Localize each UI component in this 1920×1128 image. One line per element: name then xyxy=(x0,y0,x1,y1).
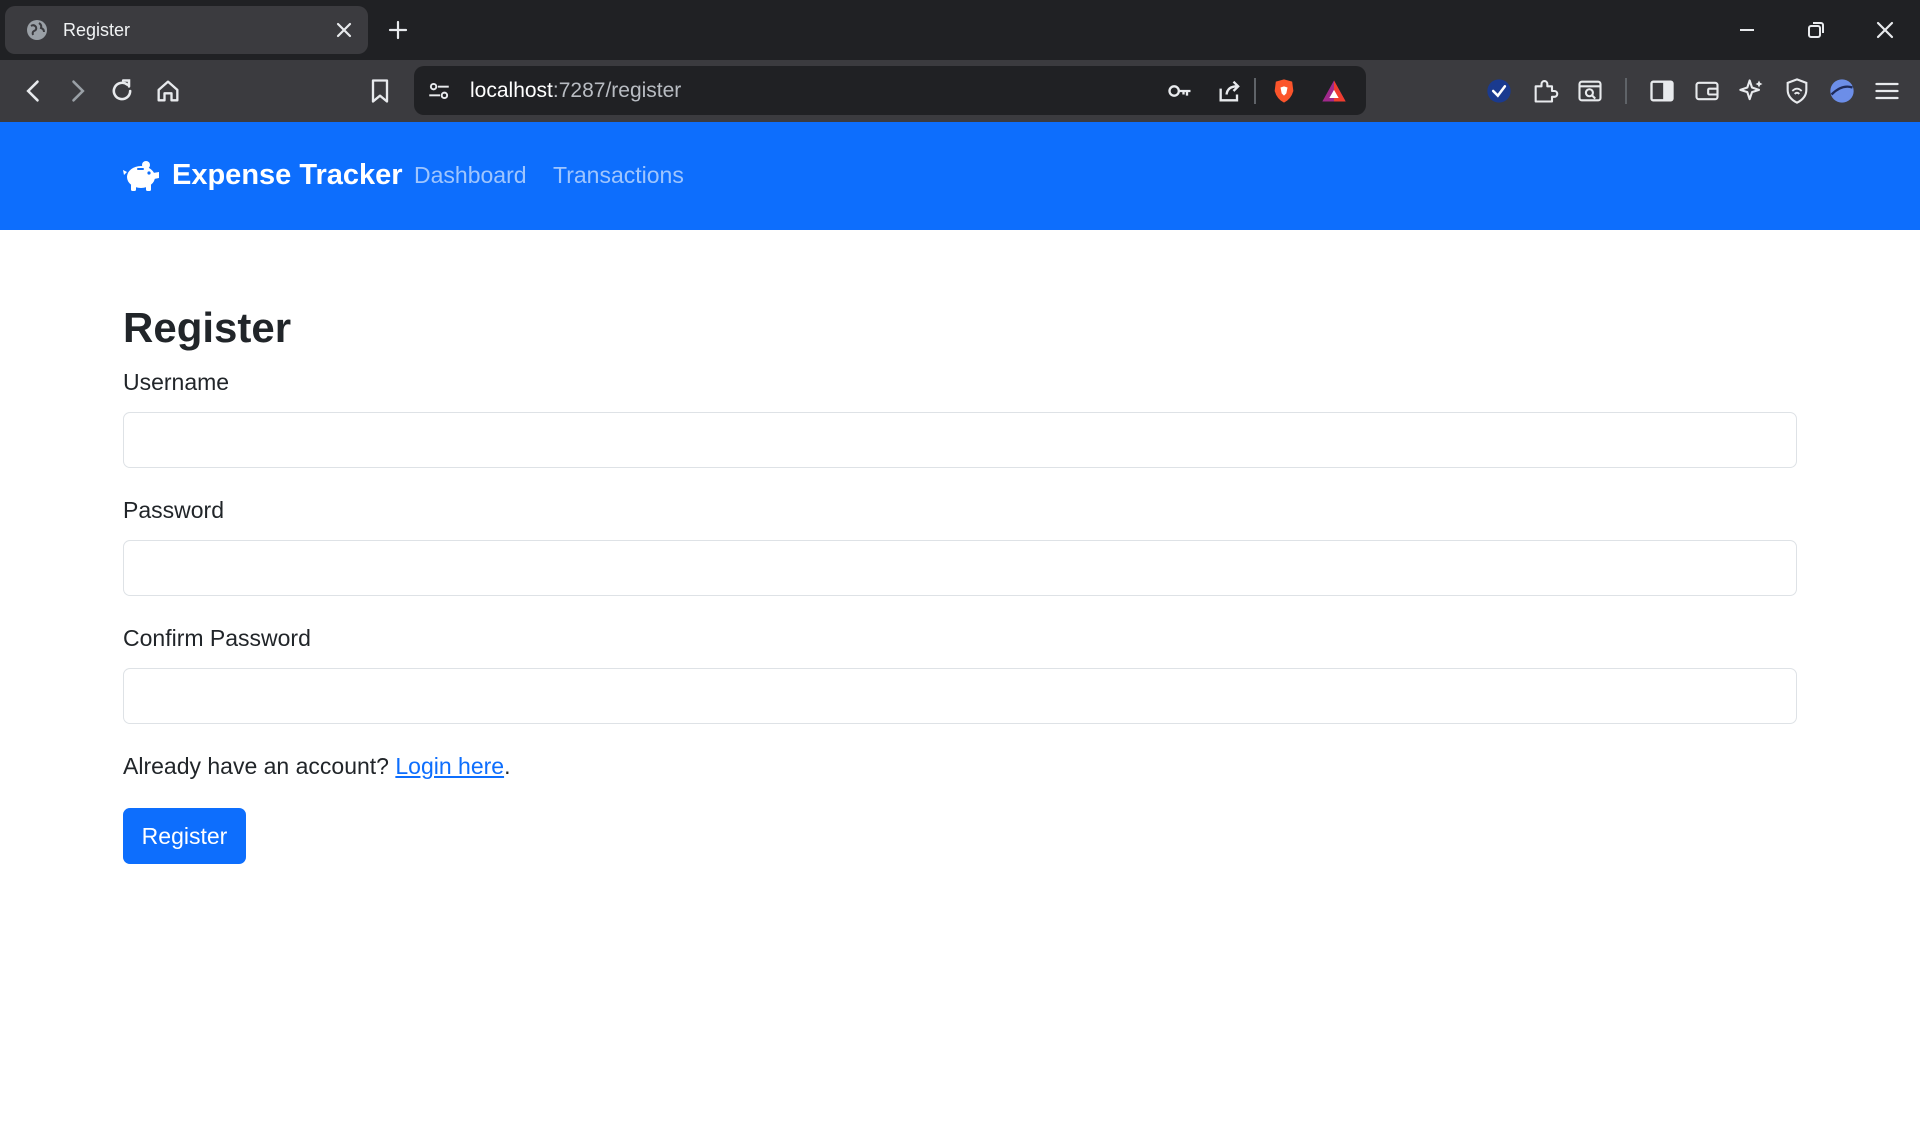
login-prompt: Already have an account? Login here. xyxy=(123,753,510,780)
bookmark-icon[interactable] xyxy=(366,77,394,105)
shield-icon[interactable] xyxy=(1783,77,1811,105)
restore-icon[interactable] xyxy=(1804,18,1828,42)
username-label: Username xyxy=(123,369,230,395)
tab-title: Register xyxy=(63,20,131,40)
reload-icon[interactable] xyxy=(108,77,136,105)
password-input[interactable] xyxy=(123,540,1797,596)
url-host: localhost xyxy=(470,79,553,102)
login-link[interactable]: Login here xyxy=(395,753,504,779)
nav-link-dashboard[interactable]: Dashboard xyxy=(414,162,527,189)
forward-icon[interactable] xyxy=(63,77,91,105)
brand-name: Expense Tracker xyxy=(172,158,403,191)
address-bar[interactable]: localhost:7287/register xyxy=(414,66,1366,115)
brave-shields-icon[interactable] xyxy=(1270,77,1298,105)
menu-icon[interactable] xyxy=(1873,77,1901,105)
vpn-check-icon[interactable] xyxy=(1485,77,1513,105)
plus-icon[interactable] xyxy=(386,18,410,42)
back-icon[interactable] xyxy=(20,77,48,105)
home-icon[interactable] xyxy=(154,77,182,105)
wallet-icon[interactable] xyxy=(1693,77,1721,105)
browser-titlebar: Register xyxy=(0,0,1920,60)
piggy-bank-icon xyxy=(123,161,159,191)
register-button[interactable]: Register xyxy=(123,808,246,864)
password-label: Password xyxy=(123,497,224,523)
username-input[interactable] xyxy=(123,412,1797,468)
sidebar-icon[interactable] xyxy=(1648,77,1676,105)
site-settings-icon[interactable] xyxy=(426,77,452,105)
login-prompt-text: Already have an account? xyxy=(123,753,389,779)
brand-link[interactable]: Expense Tracker xyxy=(122,158,403,192)
share-icon[interactable] xyxy=(1216,77,1244,105)
url-text[interactable]: localhost:7287/register xyxy=(470,79,681,103)
nav-link-transactions[interactable]: Transactions xyxy=(553,162,684,189)
browser-tab[interactable]: Register xyxy=(5,6,368,54)
login-prompt-suffix: . xyxy=(504,753,511,779)
globe-icon xyxy=(27,20,47,40)
page-title: Register xyxy=(123,304,292,351)
toolbar-separator xyxy=(1625,78,1627,104)
minimize-icon[interactable] xyxy=(1735,18,1759,42)
close-icon[interactable] xyxy=(332,18,356,42)
page-search-icon[interactable] xyxy=(1576,77,1604,105)
brave-rewards-icon[interactable] xyxy=(1320,77,1348,105)
browser-toolbar: localhost:7287/register xyxy=(0,60,1920,122)
leo-ai-icon[interactable] xyxy=(1738,77,1766,105)
omnibox-separator xyxy=(1254,78,1256,104)
url-path: :7287/register xyxy=(552,79,682,102)
extensions-icon[interactable] xyxy=(1531,77,1559,105)
profile-icon[interactable] xyxy=(1828,77,1856,105)
confirm-password-label: Confirm Password xyxy=(123,625,311,651)
confirm-password-input[interactable] xyxy=(123,668,1797,724)
key-icon[interactable] xyxy=(1166,77,1194,105)
app-navbar: Expense Tracker Dashboard Transactions xyxy=(0,122,1920,230)
close-window-icon[interactable] xyxy=(1873,18,1897,42)
